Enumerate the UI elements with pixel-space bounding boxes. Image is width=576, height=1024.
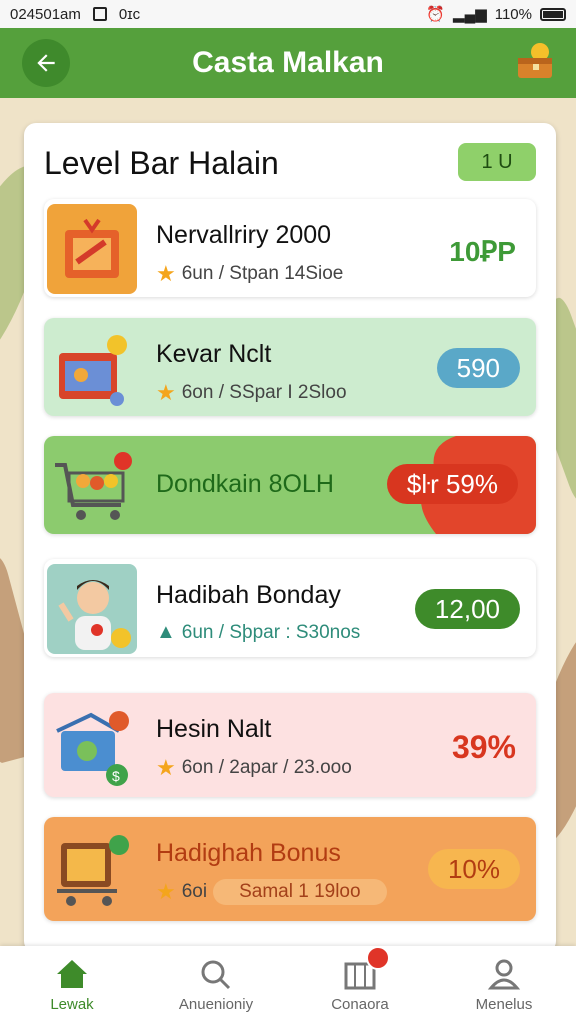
- item-value-pill[interactable]: 590: [436, 348, 520, 388]
- star-icon: ★: [156, 755, 176, 780]
- person-icon: [487, 959, 521, 989]
- item-value-pill[interactable]: $ŀr 59%: [386, 464, 518, 504]
- search-icon: [201, 960, 231, 989]
- item-meta: ★ 6oi Samal 1 19loo: [156, 879, 387, 905]
- star-icon: ★: [156, 879, 176, 904]
- shopping-basket-icon: [47, 323, 137, 413]
- item-name: Nervallriry 2000: [156, 221, 332, 249]
- battery-icon: [540, 7, 566, 21]
- gift-box-icon: [47, 204, 137, 294]
- back-arrow-icon: [37, 54, 55, 72]
- status-bar: 024501am 0ɪc ⏰ ▂▄▆ 110%: [0, 0, 576, 28]
- item-meta-pill: Samal 1 19loo: [213, 879, 387, 905]
- signal-icon: ▂▄▆: [453, 6, 487, 23]
- item-meta: ★ 6un / Stpan 14Sioe: [156, 261, 343, 287]
- item-value: 10ꝐP: [449, 236, 516, 267]
- item-meta: ★ 6on / SSpar I 2Sloo: [156, 380, 347, 406]
- notification-dot: [366, 946, 390, 970]
- star-icon: ★: [156, 380, 176, 405]
- list-item[interactable]: Dondkain 8OLH $ŀr 59%: [44, 436, 536, 534]
- app-bar: Casta Malkan: [0, 28, 576, 98]
- list-item[interactable]: Hadibah Bonday ▲ 6un / Sþpar : S30nos 12…: [44, 559, 536, 657]
- up-arrow-icon: ▲: [156, 621, 176, 643]
- star-icon: ★: [156, 261, 176, 286]
- item-meta: ▲ 6un / Sþpar : S30nos: [156, 621, 360, 644]
- item-meta-text: 6on / 2apar / 23.ooo: [181, 757, 352, 778]
- tab-search[interactable]: Anuenioniy: [144, 946, 288, 1024]
- tab-label: Menelus: [475, 995, 533, 1013]
- tab-label: Lewak: [50, 995, 94, 1013]
- item-name: Hesin Nalt: [156, 715, 272, 743]
- item-name: Hadighah Bonus: [156, 839, 341, 867]
- item-value-pill[interactable]: 10%: [427, 849, 520, 889]
- avatar: [47, 564, 137, 654]
- svg-text:$: $: [112, 768, 120, 784]
- status-time: 024501am: [10, 5, 81, 23]
- level-card: Level Bar Halain 1 U Nervallriry 2000 ★ …: [24, 123, 556, 953]
- cart-screen-icon: [47, 825, 137, 915]
- item-value: 39%: [451, 729, 516, 765]
- list-item[interactable]: Kevar Nclt ★ 6on / SSpar I 2Sloo 590: [44, 318, 536, 416]
- card-title: Level Bar Halain: [44, 145, 279, 181]
- battery-level: 110%: [494, 5, 532, 23]
- shopping-cart-icon: [47, 441, 137, 531]
- item-name: Kevar Nclt: [156, 340, 272, 368]
- item-value-pill[interactable]: 12,00: [414, 589, 520, 629]
- sim-icon: [92, 7, 107, 21]
- item-meta: ★ 6on / 2apar / 23.ooo: [156, 755, 352, 781]
- tab-shop[interactable]: Conaora: [288, 946, 432, 1024]
- back-button[interactable]: [22, 39, 70, 87]
- status-carrier: 0ɪc: [118, 5, 141, 23]
- tab-label: Anuenioniy: [178, 995, 254, 1013]
- item-name: Dondkain 8OLH: [156, 470, 334, 498]
- tab-label: Conaora: [331, 995, 389, 1013]
- page-title: Casta Malkan: [192, 46, 384, 79]
- tab-home[interactable]: Lewak: [0, 946, 144, 1024]
- item-meta-prefix: 6oi: [181, 881, 208, 902]
- shopping-bag-icon: $: [47, 701, 137, 791]
- list-item[interactable]: $ Hesin Nalt ★ 6on / 2apar / 23.ooo 39%: [44, 693, 536, 797]
- item-meta-text: 6un / Stpan 14Sioe: [181, 263, 344, 284]
- list-item[interactable]: Hadighah Bonus ★ 6oi Samal 1 19loo 10%: [44, 817, 536, 921]
- alarm-icon: ⏰: [426, 6, 446, 23]
- level-badge[interactable]: 1 U: [458, 143, 536, 181]
- treasure-chest-icon[interactable]: [514, 42, 558, 82]
- item-name: Hadibah Bonday: [156, 581, 341, 609]
- bottom-tab-bar: Lewak Anuenioniy Conaora Menelus: [0, 946, 576, 1024]
- item-meta-text: 6on / SSpar I 2Sloo: [181, 382, 347, 403]
- tab-profile[interactable]: Menelus: [432, 946, 576, 1024]
- list-item[interactable]: Nervallriry 2000 ★ 6un / Stpan 14Sioe 10…: [44, 199, 536, 297]
- home-icon: [57, 959, 87, 988]
- item-meta-text: 6un / Sþpar : S30nos: [181, 621, 361, 643]
